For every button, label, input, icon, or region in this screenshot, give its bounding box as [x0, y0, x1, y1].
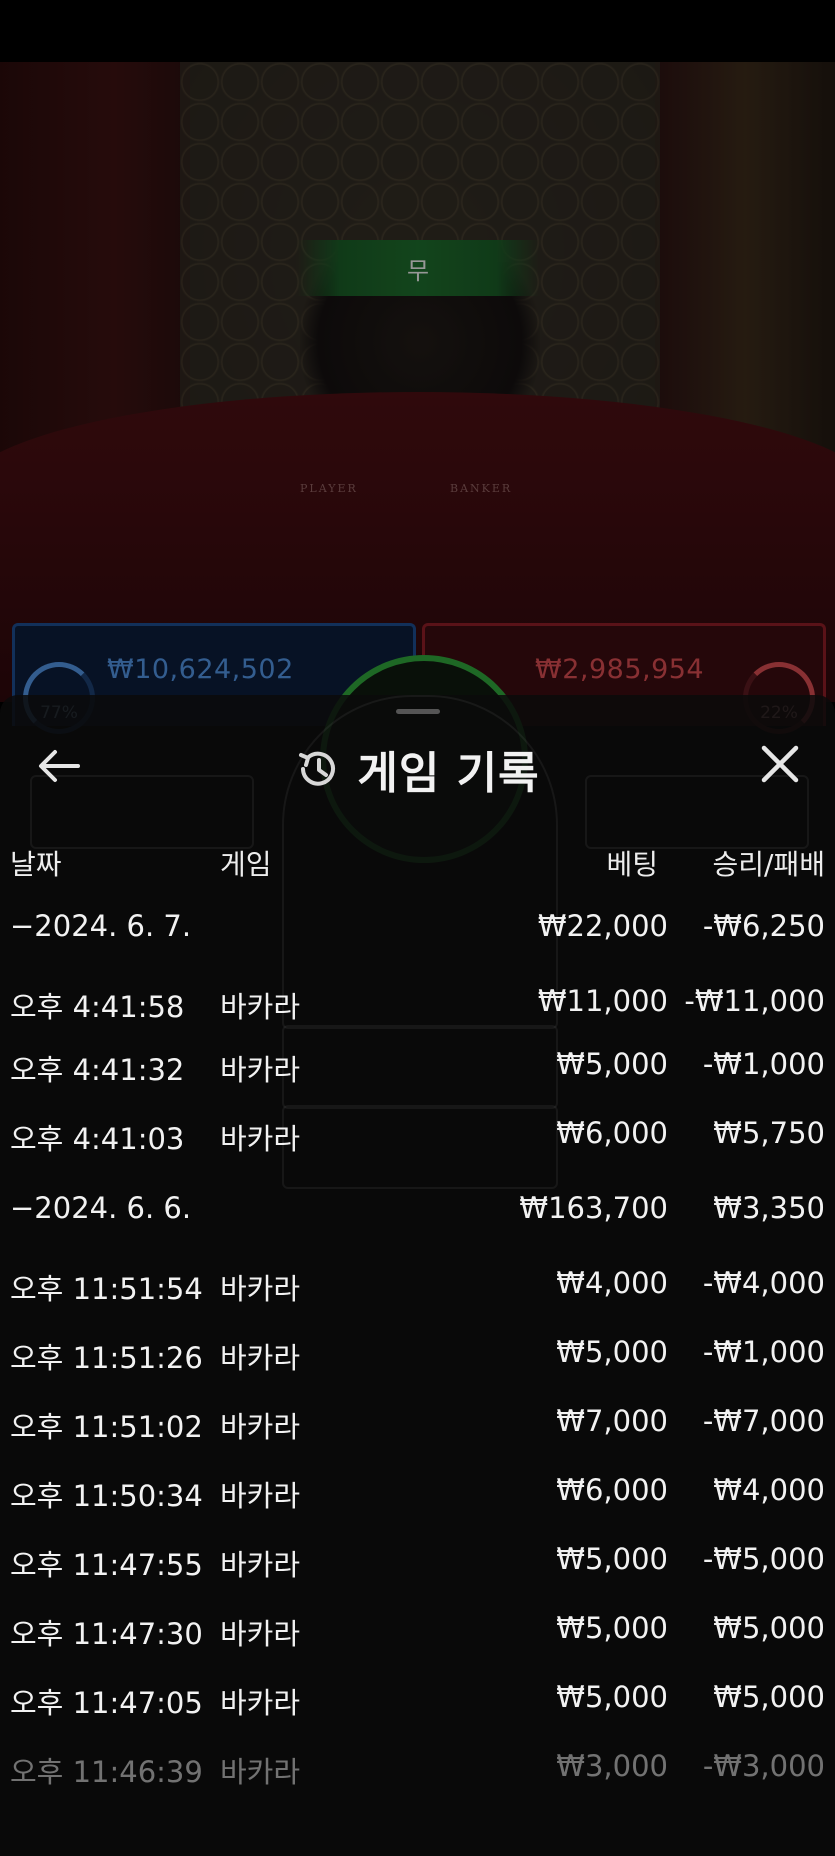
history-list[interactable]: −2024. 6. 7. ₩22,000 -₩6,250 오후 4:41:58 … [0, 909, 835, 1806]
row-game: 바카라 [220, 1341, 301, 1375]
history-title: 게임 기록 [357, 748, 540, 799]
history-row[interactable]: 오후 11:47:55 바카라 ₩5,000 -₩5,000 [0, 1542, 835, 1611]
row-time: 오후 11:50:34 [10, 1479, 203, 1513]
row-win-loss: ₩4,000 [713, 1473, 825, 1507]
history-clock-icon [299, 751, 336, 786]
row-bet: ₩5,000 [556, 1611, 668, 1645]
history-row[interactable]: 오후 11:46:39 바카라 ₩3,000 -₩3,000 [0, 1749, 835, 1818]
column-win-loss: 승리/패배 [712, 848, 825, 881]
row-game: 바카라 [220, 1272, 301, 1306]
group-win-loss-total: -₩6,250 [702, 909, 825, 943]
row-game: 바카라 [220, 1410, 301, 1444]
row-time: 오후 4:41:58 [10, 990, 185, 1024]
history-date-group[interactable]: −2024. 6. 6. ₩163,700 ₩3,350 [0, 1191, 835, 1260]
row-game: 바카라 [220, 1686, 301, 1720]
column-bet: 베팅 [606, 848, 658, 881]
history-header: 게임 기록 [0, 727, 835, 799]
history-row[interactable]: 오후 11:51:02 바카라 ₩7,000 -₩7,000 [0, 1404, 835, 1473]
group-date: −2024. 6. 6. [10, 1191, 192, 1225]
history-row[interactable]: 오후 11:51:26 바카라 ₩5,000 -₩1,000 [0, 1335, 835, 1404]
row-bet: ₩5,000 [556, 1335, 668, 1369]
row-time: 오후 4:41:32 [10, 1053, 185, 1087]
row-game: 바카라 [220, 1122, 301, 1156]
column-game: 게임 [220, 848, 272, 881]
row-win-loss: ₩5,000 [713, 1680, 825, 1714]
row-time: 오후 11:47:55 [10, 1548, 203, 1582]
row-bet: ₩11,000 [537, 984, 668, 1018]
history-date-group[interactable]: −2024. 6. 7. ₩22,000 -₩6,250 [0, 909, 835, 978]
row-win-loss: ₩5,750 [713, 1116, 825, 1150]
history-row[interactable]: 오후 4:41:03 바카라 ₩6,000 ₩5,750 [0, 1116, 835, 1185]
history-row[interactable]: 오후 11:47:30 바카라 ₩5,000 ₩5,000 [0, 1611, 835, 1680]
row-bet: ₩6,000 [556, 1116, 668, 1150]
status-bar [0, 0, 835, 62]
row-game: 바카라 [220, 1755, 301, 1789]
history-row[interactable]: 오후 4:41:58 바카라 ₩11,000 -₩11,000 [0, 984, 835, 1053]
row-game: 바카라 [220, 1053, 301, 1087]
row-win-loss: -₩7,000 [702, 1404, 825, 1438]
group-win-loss-total: ₩3,350 [713, 1191, 825, 1225]
row-bet: ₩4,000 [556, 1266, 668, 1300]
row-win-loss: -₩11,000 [684, 984, 825, 1018]
group-date: −2024. 6. 7. [10, 909, 192, 943]
sheet-drag-handle[interactable] [396, 709, 440, 714]
row-time: 오후 11:51:26 [10, 1341, 203, 1375]
row-bet: ₩3,000 [556, 1749, 668, 1783]
history-column-headers: 날짜 게임 베팅 승리/패배 [0, 843, 835, 883]
row-time: 오후 11:47:05 [10, 1686, 203, 1720]
group-bet-total: ₩22,000 [537, 909, 668, 943]
row-bet: ₩5,000 [556, 1680, 668, 1714]
group-bet-total: ₩163,700 [519, 1191, 668, 1225]
row-time: 오후 11:47:30 [10, 1617, 203, 1651]
row-game: 바카라 [220, 1548, 301, 1582]
row-time: 오후 11:46:39 [10, 1755, 203, 1789]
history-row[interactable]: 오후 11:47:05 바카라 ₩5,000 ₩5,000 [0, 1680, 835, 1749]
row-game: 바카라 [220, 1617, 301, 1651]
row-time: 오후 4:41:03 [10, 1122, 185, 1156]
history-row[interactable]: 오후 11:51:54 바카라 ₩4,000 -₩4,000 [0, 1266, 835, 1335]
row-game: 바카라 [220, 990, 301, 1024]
row-bet: ₩6,000 [556, 1473, 668, 1507]
row-win-loss: -₩1,000 [702, 1047, 825, 1081]
close-button[interactable] [755, 739, 805, 789]
row-win-loss: ₩5,000 [713, 1611, 825, 1645]
row-bet: ₩5,000 [556, 1542, 668, 1576]
row-win-loss: -₩1,000 [702, 1335, 825, 1369]
game-history-sheet: 게임 기록 날짜 게임 베팅 승리/패배 −2024. 6. 7. ₩22,00… [0, 695, 835, 1856]
row-time: 오후 11:51:54 [10, 1272, 203, 1306]
row-win-loss: -₩5,000 [702, 1542, 825, 1576]
history-row[interactable]: 오후 4:41:32 바카라 ₩5,000 -₩1,000 [0, 1047, 835, 1116]
row-time: 오후 11:51:02 [10, 1410, 203, 1444]
column-date: 날짜 [10, 848, 62, 881]
close-icon [761, 745, 799, 783]
row-bet: ₩5,000 [556, 1047, 668, 1081]
row-win-loss: -₩4,000 [702, 1266, 825, 1300]
row-bet: ₩7,000 [556, 1404, 668, 1438]
history-row[interactable]: 오후 11:50:34 바카라 ₩6,000 ₩4,000 [0, 1473, 835, 1542]
row-game: 바카라 [220, 1479, 301, 1513]
row-win-loss: -₩3,000 [702, 1749, 825, 1783]
